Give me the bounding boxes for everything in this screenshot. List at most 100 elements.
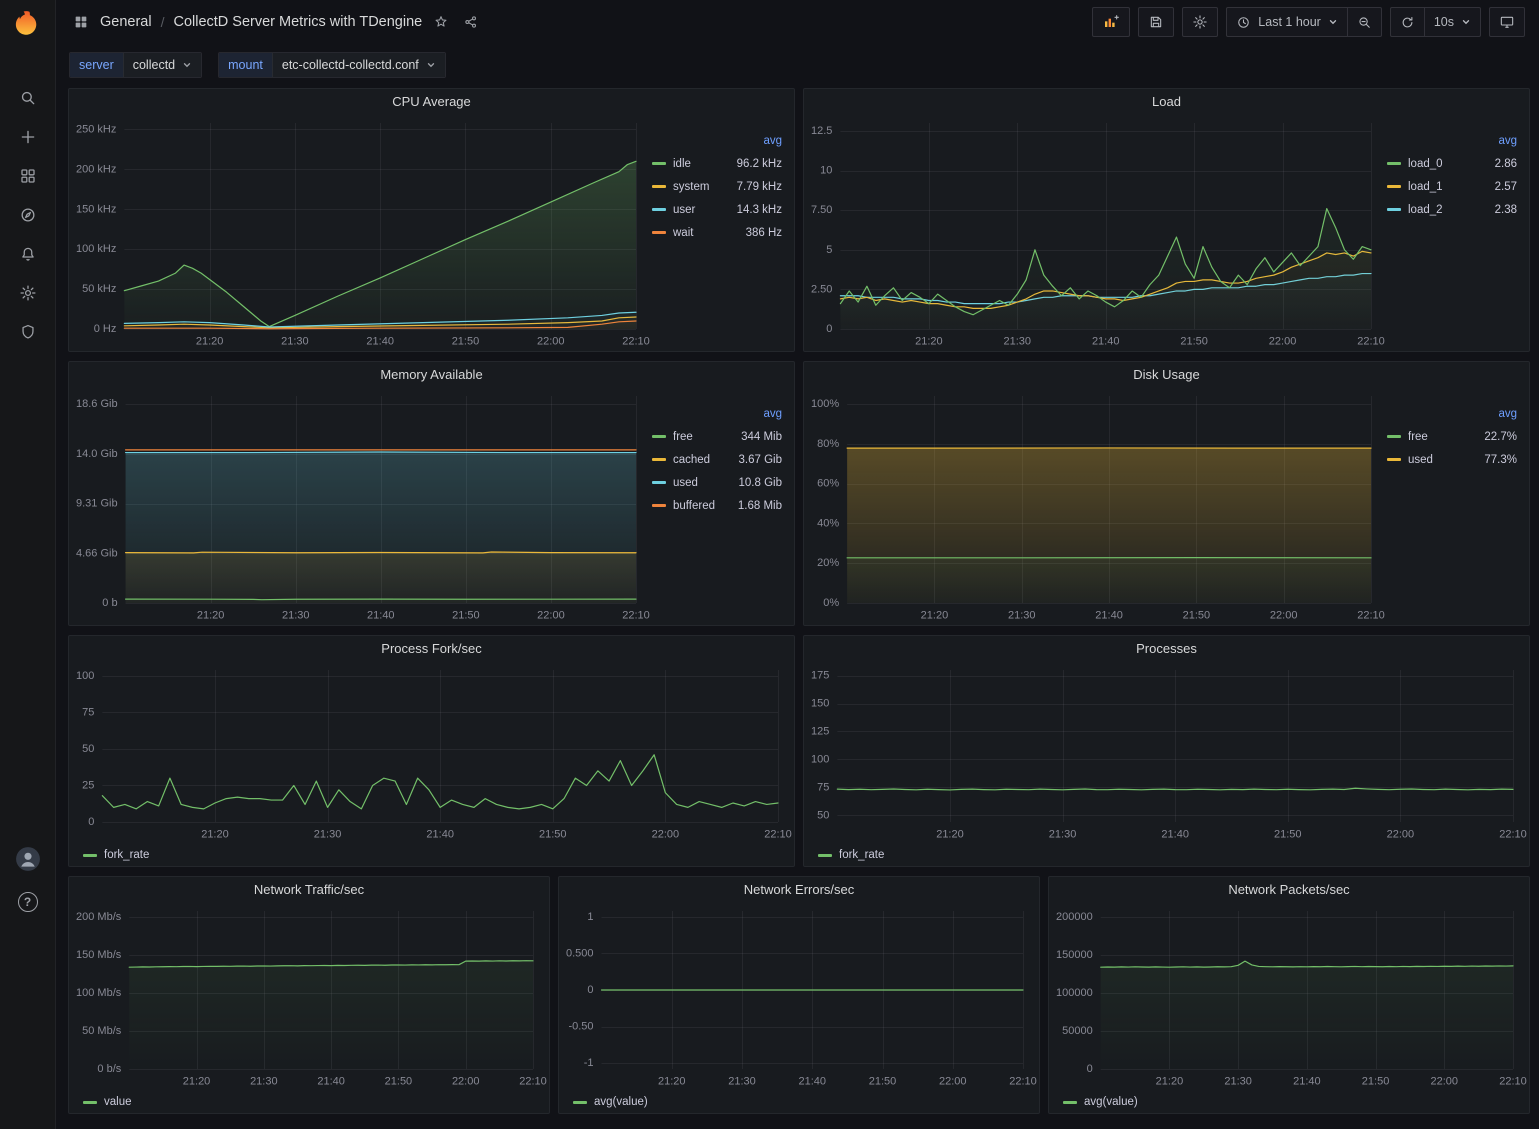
dashboards-grid-icon: [19, 167, 37, 185]
share-dashboard-button[interactable]: [460, 11, 482, 33]
panel-title[interactable]: Load: [804, 89, 1529, 115]
load-chart[interactable]: [804, 115, 1387, 351]
star-dashboard-button[interactable]: [430, 11, 452, 33]
compass-icon: [19, 206, 37, 224]
add-panel-button[interactable]: [1092, 7, 1130, 37]
panel-memory-available: Memory Available avgfree344 Mibcached3.6…: [68, 361, 795, 626]
sidebar-item-dashboards[interactable]: [10, 161, 46, 191]
monitor-icon: [1499, 14, 1515, 30]
network-traffic-legend: value: [69, 1091, 549, 1113]
process-fork-legend: fork_rate: [69, 844, 794, 866]
cycle-view-mode-button[interactable]: [1489, 7, 1525, 37]
panel-title[interactable]: Network Packets/sec: [1049, 877, 1529, 903]
dashboard-grid: CPU Average avgidle96.2 kHzsystem7.79 kH…: [56, 84, 1539, 1129]
series-color-swatch: [1387, 435, 1401, 438]
panel-title[interactable]: Process Fork/sec: [69, 636, 794, 662]
refresh-interval-picker[interactable]: 10s: [1424, 7, 1481, 37]
network-packets-legend: avg(value): [1049, 1091, 1529, 1113]
legend-item-load_2[interactable]: load_22.38: [1387, 198, 1517, 221]
user-avatar[interactable]: [10, 844, 46, 874]
panel-disk-usage: Disk Usage avgfree22.7%used77.3%: [803, 361, 1530, 626]
legend-item-system[interactable]: system7.79 kHz: [652, 175, 782, 198]
series-avg-value: 96.2 kHz: [730, 158, 782, 170]
series-avg-value: 7.79 kHz: [730, 181, 782, 193]
series-color-swatch: [573, 1101, 587, 1104]
series-name: used: [1408, 454, 1465, 466]
panel-title[interactable]: Processes: [804, 636, 1529, 662]
chevron-down-icon: [1461, 17, 1471, 27]
sidebar-item-configuration[interactable]: [10, 278, 46, 308]
legend-item-value[interactable]: value: [83, 1091, 132, 1113]
process-fork-chart[interactable]: [69, 662, 794, 844]
panel-title[interactable]: Memory Available: [69, 362, 794, 388]
breadcrumb-separator: /: [161, 14, 165, 30]
time-range-picker[interactable]: Last 1 hour: [1226, 7, 1347, 37]
panel-title[interactable]: Network Traffic/sec: [69, 877, 549, 903]
legend-item-user[interactable]: user14.3 kHz: [652, 198, 782, 221]
topbar: General / CollectD Server Metrics with T…: [56, 0, 1539, 44]
processes-chart[interactable]: [804, 662, 1529, 844]
chevron-down-icon: [1328, 17, 1338, 27]
refresh-icon: [1400, 15, 1415, 30]
series-color-swatch: [652, 185, 666, 188]
series-color-swatch: [1387, 208, 1401, 211]
legend-header: avg: [1387, 129, 1517, 152]
sidebar-item-alerting[interactable]: [10, 239, 46, 269]
legend-item-idle[interactable]: idle96.2 kHz: [652, 152, 782, 175]
save-dashboard-button[interactable]: [1138, 7, 1174, 37]
sidebar-item-help[interactable]: ?: [10, 887, 46, 917]
legend-item-load_0[interactable]: load_02.86: [1387, 152, 1517, 175]
network-errors-chart[interactable]: [559, 903, 1039, 1091]
legend-item-fork_rate[interactable]: fork_rate: [818, 844, 884, 866]
sidebar-item-create[interactable]: [10, 122, 46, 152]
zoom-out-time-button[interactable]: [1347, 7, 1382, 37]
refresh-button[interactable]: [1390, 7, 1424, 37]
series-avg-value: 22.7%: [1465, 431, 1517, 443]
panel-title[interactable]: Network Errors/sec: [559, 877, 1039, 903]
dashboard-title: CollectD Server Metrics with TDengine: [173, 14, 422, 30]
star-icon: [433, 14, 449, 30]
legend-item-free[interactable]: free22.7%: [1387, 425, 1517, 448]
legend-item-free[interactable]: free344 Mib: [652, 425, 782, 448]
memory-available-chart[interactable]: [69, 388, 652, 625]
gear-icon: [19, 284, 37, 302]
disk-usage-chart[interactable]: [804, 388, 1387, 625]
breadcrumb-section[interactable]: General: [100, 14, 152, 30]
legend-item-cached[interactable]: cached3.67 Gib: [652, 448, 782, 471]
network-packets-chart[interactable]: [1049, 903, 1529, 1091]
series-name: system: [673, 181, 730, 193]
legend-item-used[interactable]: used10.8 Gib: [652, 471, 782, 494]
legend-item-wait[interactable]: wait386 Hz: [652, 221, 782, 244]
legend-item-fork_rate[interactable]: fork_rate: [83, 844, 149, 866]
time-controls: Last 1 hour: [1226, 7, 1382, 37]
legend-header: avg: [652, 402, 782, 425]
sidebar-item-explore[interactable]: [10, 200, 46, 230]
panel-title[interactable]: Disk Usage: [804, 362, 1529, 388]
variable-server-dropdown[interactable]: collectd: [123, 53, 201, 77]
sidebar-nav: [10, 83, 46, 347]
dashboard-settings-button[interactable]: [1182, 7, 1218, 37]
cpu-average-legend: avgidle96.2 kHzsystem7.79 kHzuser14.3 kH…: [652, 115, 794, 351]
series-name: buffered: [673, 500, 730, 512]
series-color-swatch: [652, 208, 666, 211]
legend-item-load_1[interactable]: load_12.57: [1387, 175, 1517, 198]
legend-item-avg-value-[interactable]: avg(value): [1063, 1091, 1138, 1113]
avatar-icon: [15, 846, 41, 872]
network-traffic-chart[interactable]: [69, 903, 549, 1091]
legend-item-used[interactable]: used77.3%: [1387, 448, 1517, 471]
series-avg-value: 344 Mib: [730, 431, 782, 443]
series-color-swatch: [652, 504, 666, 507]
processes-legend: fork_rate: [804, 844, 1529, 866]
legend-item-buffered[interactable]: buffered1.68 Mib: [652, 494, 782, 517]
panel-cpu-average: CPU Average avgidle96.2 kHzsystem7.79 kH…: [68, 88, 795, 352]
cpu-average-chart[interactable]: [69, 115, 652, 351]
legend-item-avg-value-[interactable]: avg(value): [573, 1091, 648, 1113]
sidebar-bottom: ?: [10, 844, 46, 917]
series-name: load_2: [1408, 204, 1465, 216]
grafana-logo[interactable]: [11, 7, 45, 41]
network-errors-legend: avg(value): [559, 1091, 1039, 1113]
variable-mount-dropdown[interactable]: etc-collectd-collectd.conf: [272, 53, 445, 77]
panel-title[interactable]: CPU Average: [69, 89, 794, 115]
sidebar-item-server-admin[interactable]: [10, 317, 46, 347]
sidebar-item-search[interactable]: [10, 83, 46, 113]
